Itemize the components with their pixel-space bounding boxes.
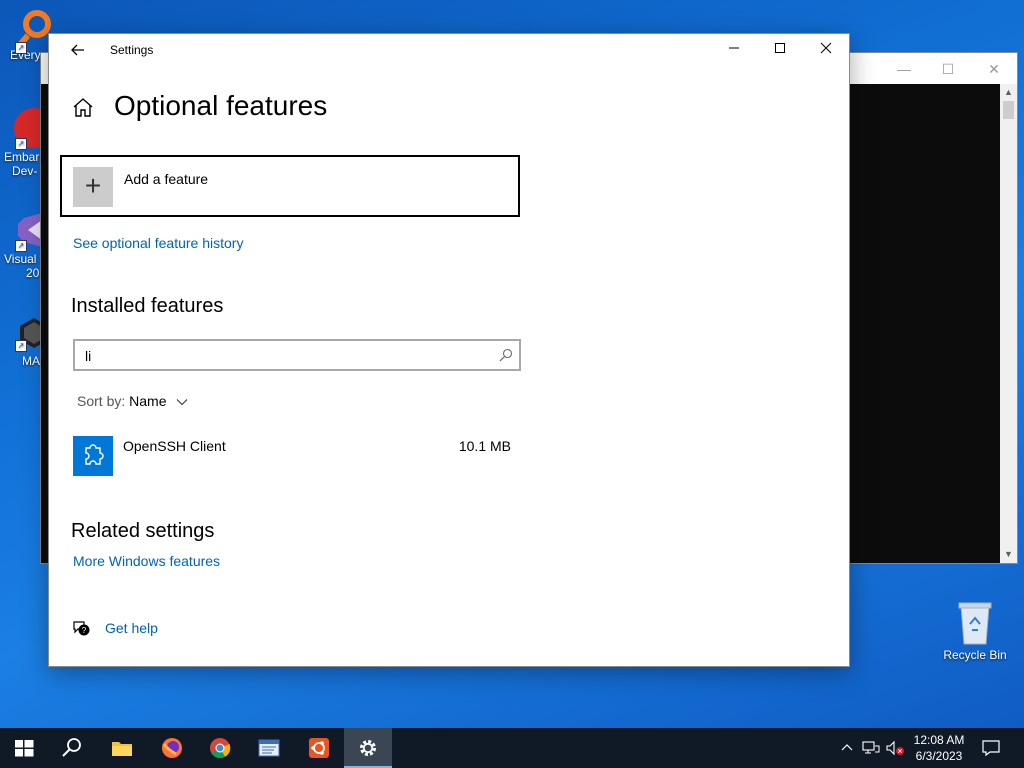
folder-icon <box>112 742 132 756</box>
taskbar-file-explorer[interactable] <box>98 728 146 768</box>
back-arrow-icon <box>71 44 84 56</box>
feature-item-openssh-client[interactable]: OpenSSH Client 10.1 MB <box>73 436 519 476</box>
desktop: ↗ Every ↗ Embar Dev- ↗ Visual 20 ↗ MA — … <box>0 0 1024 728</box>
taskbar-settings[interactable] <box>344 728 392 768</box>
close-button[interactable] <box>803 34 849 66</box>
taskbar-firefox[interactable] <box>148 728 196 768</box>
shortcut-arrow-icon: ↗ <box>15 138 27 150</box>
console-minimize-button[interactable]: — <box>881 57 927 81</box>
recycle-bin-icon <box>958 602 992 645</box>
taskbar-clock[interactable]: 12:08 AM 6/3/2023 <box>906 732 972 764</box>
taskbar-ubuntu[interactable] <box>295 728 343 768</box>
plus-icon: + <box>73 167 113 207</box>
add-feature-label: Add a feature <box>124 171 209 187</box>
shortcut-arrow-icon: ↗ <box>15 340 27 352</box>
puzzle-piece-icon <box>73 436 113 476</box>
search-icon <box>62 738 81 757</box>
svg-text:?: ? <box>82 626 87 635</box>
scroll-thumb[interactable] <box>1003 101 1014 119</box>
sort-label: Sort by: <box>77 393 126 409</box>
get-help-link[interactable]: Get help <box>105 620 158 636</box>
desktop-icon-recycle-bin[interactable]: Recycle Bin <box>940 600 1010 662</box>
window-title: Settings <box>110 43 154 57</box>
maximize-button[interactable] <box>757 34 803 66</box>
gear-icon <box>360 740 376 756</box>
related-settings-heading: Related settings <box>71 520 215 542</box>
chrome-icon <box>210 738 231 759</box>
clock-date: 6/3/2023 <box>915 749 963 763</box>
shortcut-arrow-icon: ↗ <box>15 240 27 252</box>
add-feature-button[interactable]: + Add a feature <box>60 155 520 217</box>
feature-size: 10.1 MB <box>458 438 511 454</box>
clock-time: 12:08 AM <box>913 733 965 747</box>
back-button[interactable] <box>55 36 101 64</box>
console-maximize-button[interactable]: ☐ <box>925 57 971 81</box>
sort-value: Name <box>129 393 167 409</box>
taskbar-search-button[interactable] <box>48 728 96 768</box>
more-windows-features-link[interactable]: More Windows features <box>73 553 220 569</box>
scroll-down-icon[interactable]: ▼ <box>1000 546 1017 563</box>
installed-features-heading: Installed features <box>71 295 224 317</box>
console-scrollbar[interactable]: ▲ ▼ <box>1000 84 1017 563</box>
volume-muted-icon[interactable] <box>885 740 905 756</box>
feature-name: OpenSSH Client <box>123 438 226 454</box>
minimize-button[interactable] <box>711 34 757 66</box>
taskbar: 12:08 AM 6/3/2023 <box>0 728 1024 768</box>
start-button[interactable] <box>0 728 48 768</box>
scroll-up-icon[interactable]: ▲ <box>1000 84 1017 101</box>
maximize-icon <box>775 43 785 53</box>
chevron-up-icon[interactable] <box>840 741 854 755</box>
taskbar-app-editor[interactable] <box>245 728 293 768</box>
settings-window: Settings Optional features + Add a featu… <box>48 33 850 667</box>
help-chat-icon[interactable]: ? <box>71 618 91 638</box>
network-icon[interactable] <box>862 740 880 756</box>
notification-icon[interactable] <box>981 738 1001 758</box>
recycle-bin-label: Recycle Bin <box>943 648 1007 662</box>
console-close-button[interactable]: ✕ <box>971 57 1017 81</box>
app-window-icon <box>258 739 280 757</box>
windows-logo-icon <box>15 740 34 757</box>
shortcut-arrow-icon: ↗ <box>15 42 27 54</box>
system-tray <box>836 728 906 768</box>
search-input[interactable] <box>83 346 487 366</box>
page-title: Optional features <box>114 90 328 121</box>
taskbar-chrome[interactable] <box>196 728 244 768</box>
feature-history-link[interactable]: See optional feature history <box>73 235 243 251</box>
firefox-icon <box>162 738 182 758</box>
title-bar[interactable]: Settings <box>49 34 849 66</box>
minimize-icon <box>729 47 739 49</box>
home-icon[interactable] <box>71 96 95 120</box>
ubuntu-icon <box>309 738 329 758</box>
close-icon <box>820 42 832 54</box>
sort-dropdown[interactable]: Sort by: Name <box>77 393 188 409</box>
search-box[interactable] <box>73 339 521 371</box>
chevron-down-icon <box>177 399 188 406</box>
search-icon[interactable] <box>499 348 513 362</box>
